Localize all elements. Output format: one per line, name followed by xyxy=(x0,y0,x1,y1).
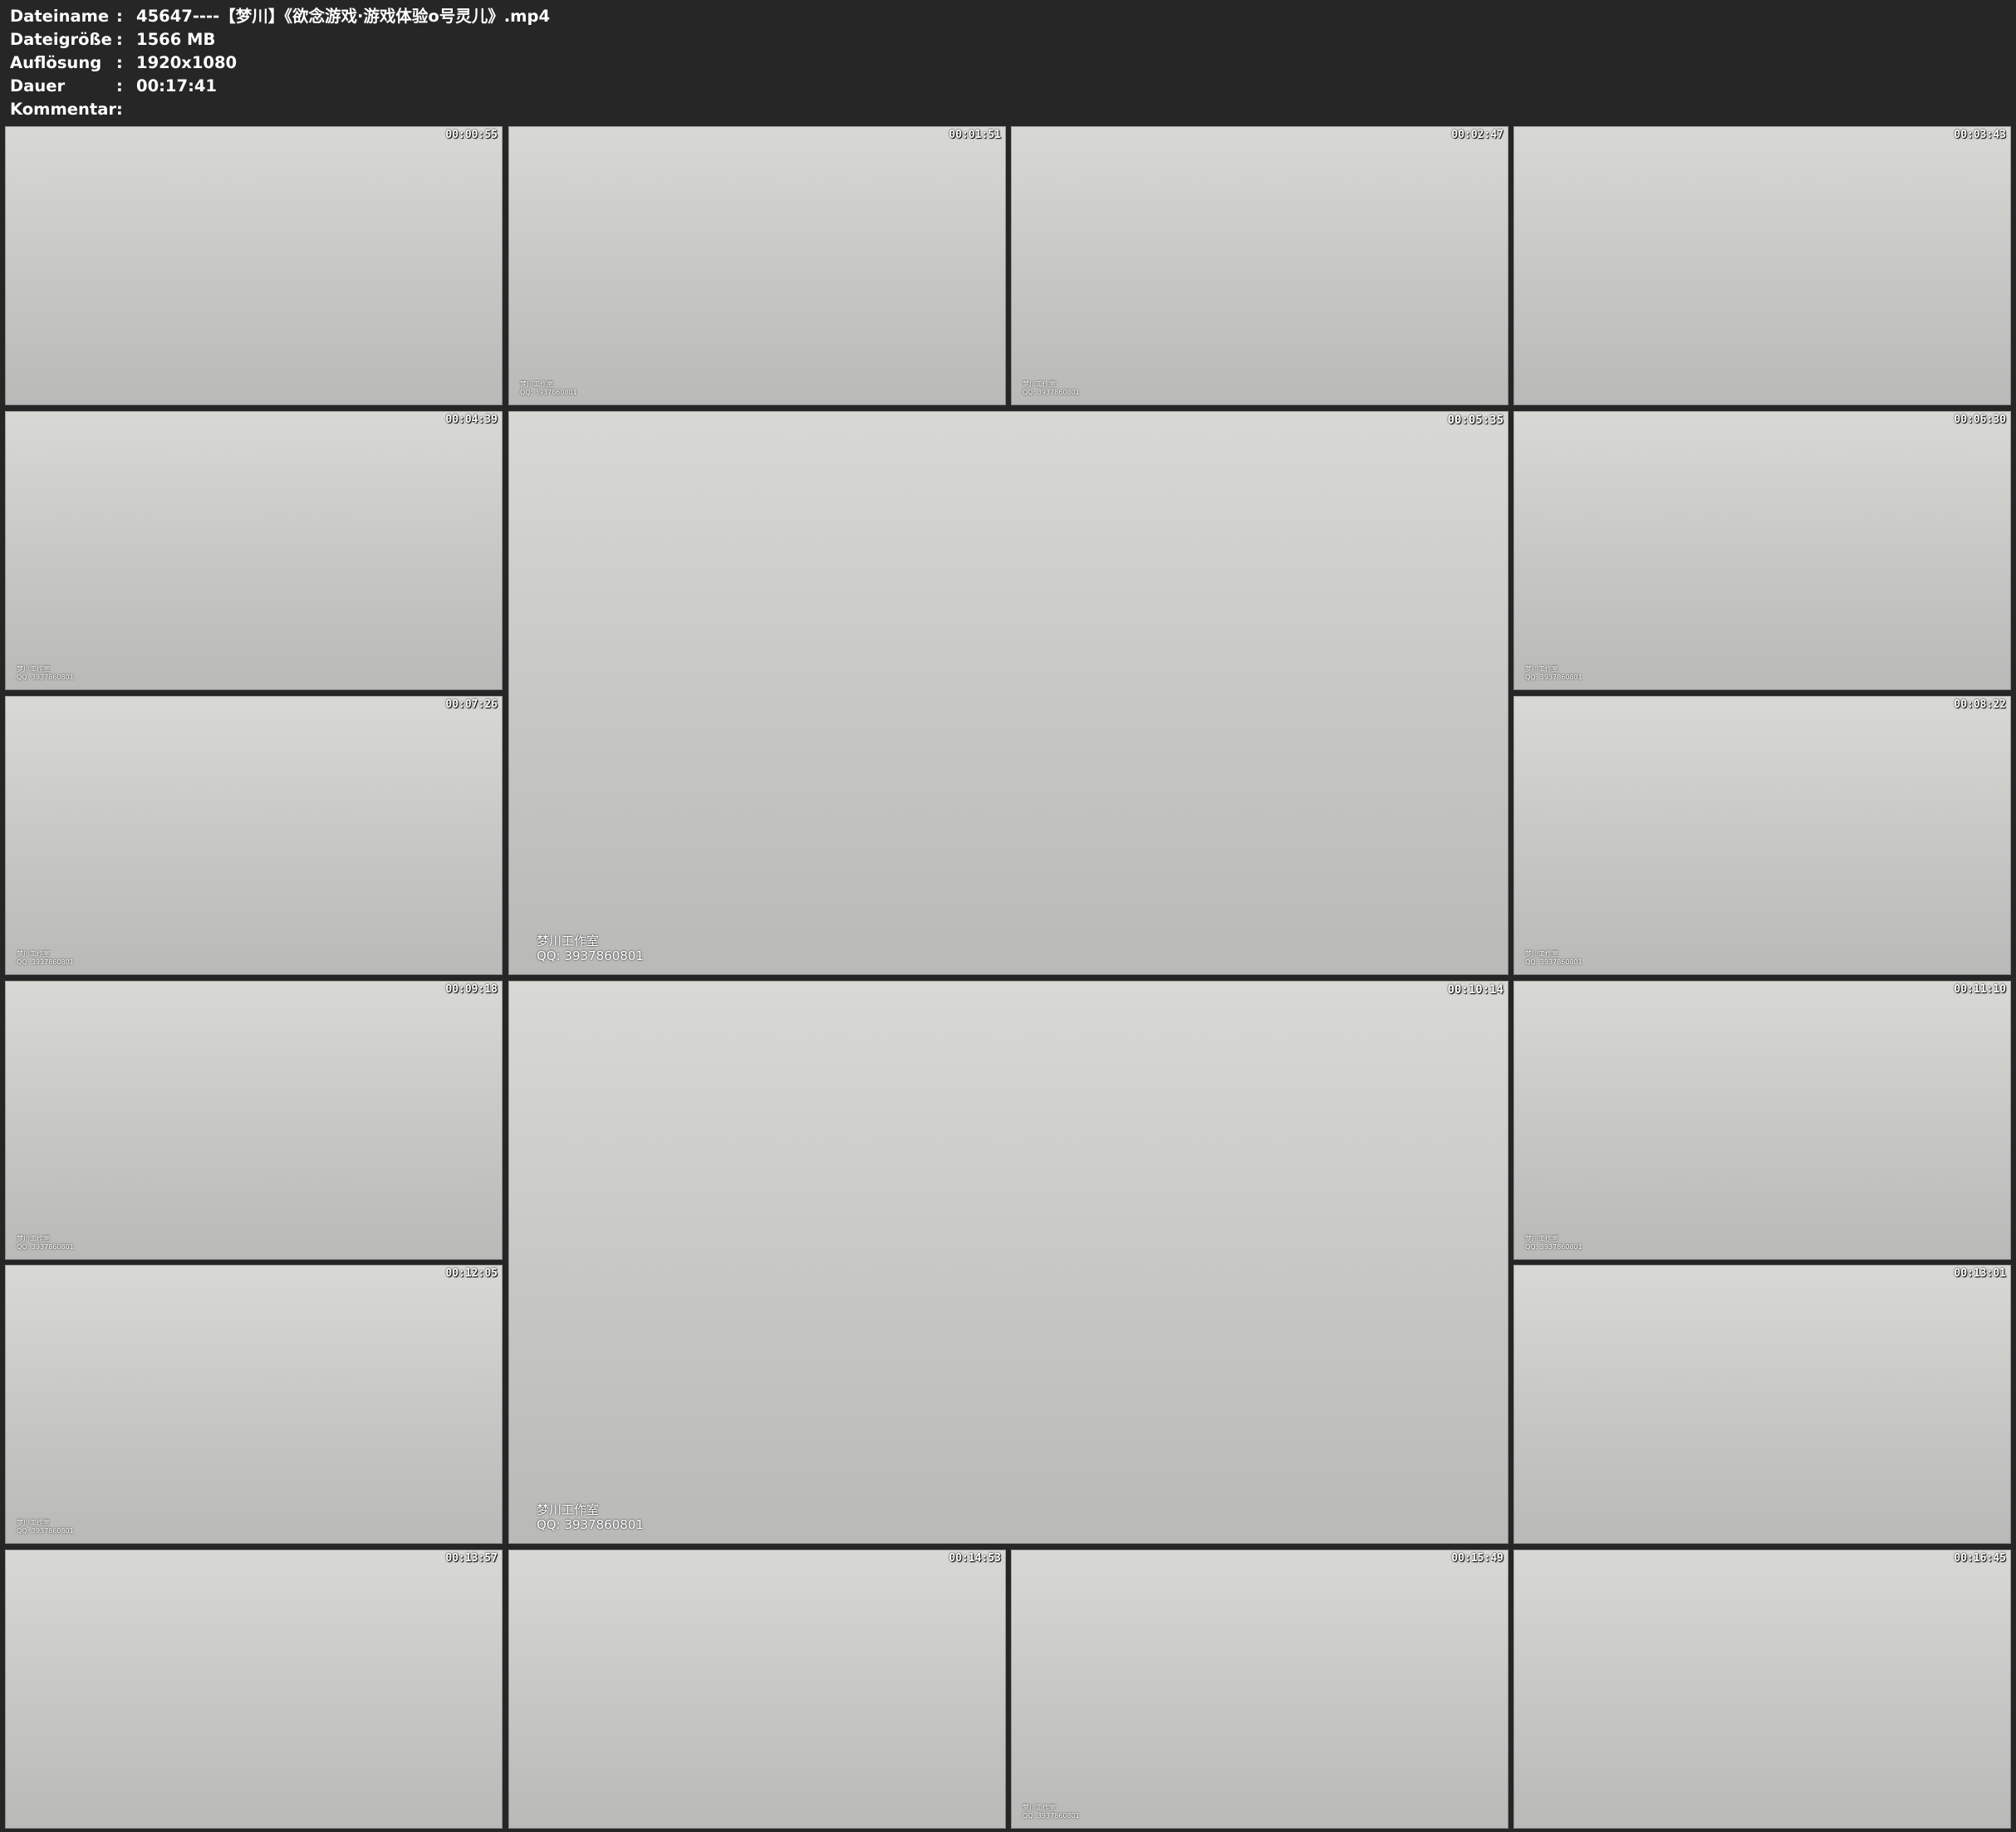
thumbnail-timestamp: 00:13:57 xyxy=(445,1552,498,1565)
thumbnail-timestamp: 00:03:43 xyxy=(1954,129,2006,141)
thumbnail-timestamp: 00:12:05 xyxy=(445,1267,498,1280)
thumbnail-timestamp: 00:08:22 xyxy=(1954,698,2006,711)
thumbnail-timestamp: 00:13:01 xyxy=(1954,1267,2006,1280)
thumbnail-watermark: 梦川工作室 QQ: 3937860801 xyxy=(1525,665,1582,682)
watermark-line: 梦川工作室 xyxy=(520,380,553,388)
watermark-line: QQ: 3937860801 xyxy=(537,1517,644,1532)
watermark-line: QQ: 3937860801 xyxy=(1525,674,1582,681)
thumbnail-timestamp: 00:15:49 xyxy=(1451,1552,1503,1565)
thumbnail-frame: 00:12:05 梦川工作室 QQ: 3937860801 xyxy=(5,1265,503,1544)
thumbnail-frame: 00:09:18 梦川工作室 QQ: 3937860801 xyxy=(5,981,503,1260)
thumbnail-watermark: 梦川工作室 QQ: 3937860801 xyxy=(520,380,577,397)
duration-value: 00:17:41 xyxy=(136,76,218,96)
separator: : xyxy=(116,30,123,49)
watermark-line: 梦川工作室 xyxy=(1023,1804,1056,1811)
thumbnail-frame: 00:14:53 xyxy=(508,1550,1006,1829)
watermark-line: QQ: 3937860801 xyxy=(17,1527,74,1535)
file-info-row-duration: Dauer : 00:17:41 xyxy=(10,75,550,98)
file-info-row-size: Dateigröße : 1566 MB xyxy=(10,28,550,51)
watermark-line: 梦川工作室 xyxy=(1525,950,1558,958)
watermark-line: QQ: 3937860801 xyxy=(1023,389,1080,396)
thumbnail-timestamp: 00:06:30 xyxy=(1954,414,2006,426)
thumbnail-frame: 00:11:10 梦川工作室 QQ: 3937860801 xyxy=(1513,981,2011,1260)
watermark-line: 梦川工作室 xyxy=(17,1235,50,1242)
watermark-line: QQ: 3937860801 xyxy=(520,389,577,396)
watermark-line: 梦川工作室 xyxy=(17,1519,50,1526)
thumbnail-frame: 00:16:45 xyxy=(1513,1550,2011,1829)
watermark-line: 梦川工作室 xyxy=(537,1502,600,1517)
watermark-line: 梦川工作室 xyxy=(17,950,50,958)
thumbnail-watermark: 梦川工作室 QQ: 3937860801 xyxy=(17,1235,74,1252)
thumbnail-timestamp: 00:05:35 xyxy=(1447,414,1503,427)
thumbnail-timestamp: 00:00:55 xyxy=(445,129,498,141)
watermark-line: QQ: 3937860801 xyxy=(1023,1812,1080,1820)
watermark-line: QQ: 3937860801 xyxy=(17,674,74,681)
watermark-line: QQ: 3937860801 xyxy=(1525,1243,1582,1251)
thumbnail-watermark: 梦川工作室 QQ: 3937860801 xyxy=(1525,1235,1582,1252)
thumbnail-timestamp: 00:04:39 xyxy=(445,414,498,426)
comment-label: Kommentar xyxy=(10,100,117,119)
watermark-line: 梦川工作室 xyxy=(537,933,600,948)
thumbnail-timestamp: 00:11:10 xyxy=(1954,983,2006,996)
thumbnail-frame: 00:02:47 梦川工作室 QQ: 3937860801 xyxy=(1011,126,1508,405)
file-info-row-comment: Kommentar : xyxy=(10,98,550,121)
thumbnail-watermark: 梦川工作室 QQ: 3937860801 xyxy=(537,1502,644,1532)
thumbnail-watermark: 梦川工作室 QQ: 3937860801 xyxy=(17,1519,74,1536)
watermark-line: 梦川工作室 xyxy=(17,665,50,673)
thumbnail-frame: 00:06:30 梦川工作室 QQ: 3937860801 xyxy=(1513,411,2011,690)
thumbnail-frame: 00:15:49 梦川工作室 QQ: 3937860801 xyxy=(1011,1550,1508,1829)
thumbnail-frame: 00:05:35 梦川工作室 QQ: 3937860801 xyxy=(508,411,1508,975)
watermark-line: QQ: 3937860801 xyxy=(17,1243,74,1251)
separator: : xyxy=(116,100,123,119)
file-name-value: 45647----【梦川】《欲念游戏·游戏体验o号灵儿》.mp4 xyxy=(136,7,551,26)
thumbnail-timestamp: 00:14:53 xyxy=(949,1552,1001,1565)
watermark-line: QQ: 3937860801 xyxy=(1525,958,1582,966)
thumbnail-frame: 00:03:43 xyxy=(1513,126,2011,405)
thumbnail-watermark: 梦川工作室 QQ: 3937860801 xyxy=(17,665,74,682)
thumbnail-frame: 00:13:01 xyxy=(1513,1265,2011,1544)
thumbnail-timestamp: 00:01:51 xyxy=(949,129,1001,141)
watermark-line: 梦川工作室 xyxy=(1023,380,1056,388)
watermark-line: 梦川工作室 xyxy=(1525,665,1558,673)
file-info: Dateiname : 45647----【梦川】《欲念游戏·游戏体验o号灵儿》… xyxy=(10,5,550,121)
thumbnail-frame: 00:13:57 xyxy=(5,1550,503,1829)
file-size-value: 1566 MB xyxy=(136,30,216,49)
thumbnail-watermark: 梦川工作室 QQ: 3937860801 xyxy=(1023,1804,1080,1820)
separator: : xyxy=(116,53,123,72)
separator: : xyxy=(116,76,123,96)
thumbnail-watermark: 梦川工作室 QQ: 3937860801 xyxy=(537,933,644,963)
thumbnail-frame: 00:01:51 梦川工作室 QQ: 3937860801 xyxy=(508,126,1006,405)
separator: : xyxy=(116,7,123,26)
thumbnail-timestamp: 00:02:47 xyxy=(1451,129,1503,141)
resolution-value: 1920x1080 xyxy=(136,53,238,72)
thumbnail-timestamp: 00:16:45 xyxy=(1954,1552,2006,1565)
thumbnail-timestamp: 00:10:14 xyxy=(1447,983,1503,997)
thumbnail-frame: 00:00:55 xyxy=(5,126,503,405)
thumbnail-frame: 00:07:26 梦川工作室 QQ: 3937860801 xyxy=(5,696,503,975)
thumbnail-watermark: 梦川工作室 QQ: 3937860801 xyxy=(17,950,74,967)
thumbnail-watermark: 梦川工作室 QQ: 3937860801 xyxy=(1023,380,1080,397)
thumbnail-timestamp: 00:07:26 xyxy=(445,698,498,711)
file-name-label: Dateiname xyxy=(10,7,110,26)
watermark-line: 梦川工作室 xyxy=(1525,1235,1558,1242)
duration-label: Dauer xyxy=(10,76,66,96)
file-info-row-resolution: Auflösung : 1920x1080 xyxy=(10,51,550,75)
thumbnail-frame: 00:10:14 梦川工作室 QQ: 3937860801 xyxy=(508,981,1508,1544)
file-size-label: Dateigröße xyxy=(10,30,112,49)
file-info-row-name: Dateiname : 45647----【梦川】《欲念游戏·游戏体验o号灵儿》… xyxy=(10,5,550,28)
watermark-line: QQ: 3937860801 xyxy=(17,958,74,966)
thumbnail-frame: 00:08:22 梦川工作室 QQ: 3937860801 xyxy=(1513,696,2011,975)
thumbnail-watermark: 梦川工作室 QQ: 3937860801 xyxy=(1525,950,1582,967)
resolution-label: Auflösung xyxy=(10,53,102,72)
watermark-line: QQ: 3937860801 xyxy=(537,948,644,963)
thumbnail-frame: 00:04:39 梦川工作室 QQ: 3937860801 xyxy=(5,411,503,690)
thumbnail-timestamp: 00:09:18 xyxy=(445,983,498,996)
